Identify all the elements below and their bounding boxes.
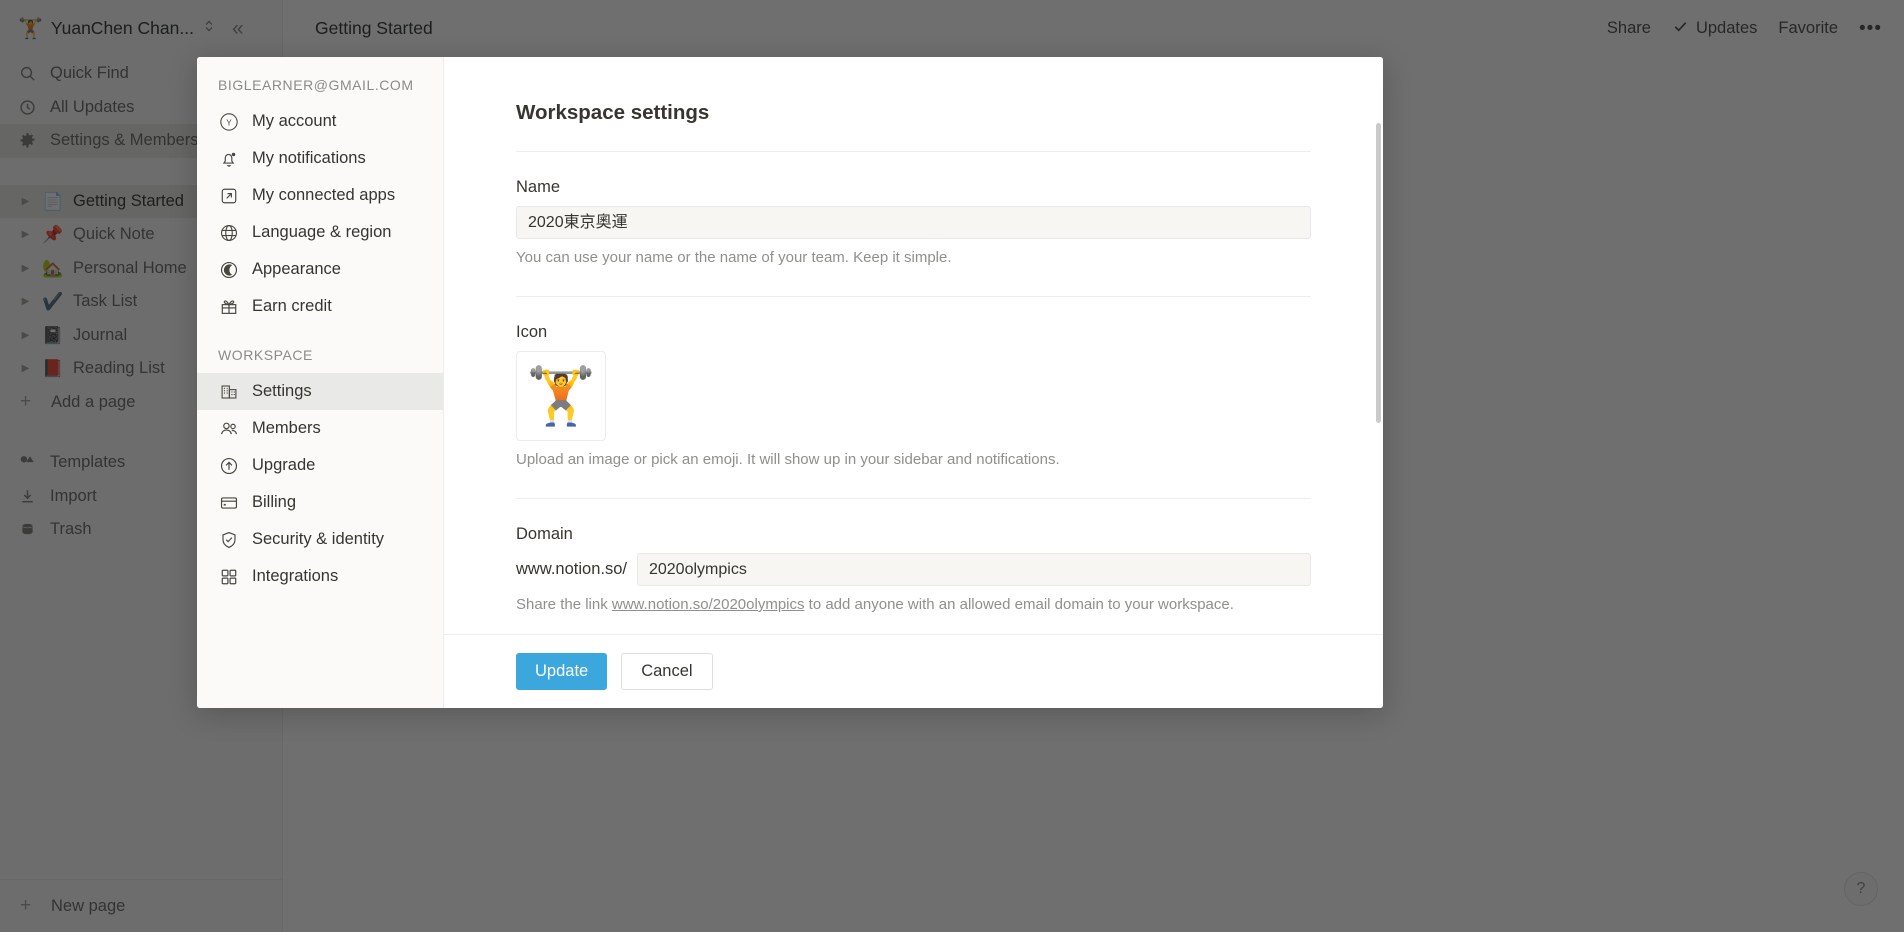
menu-item-billing[interactable]: Billing [197, 484, 443, 521]
domain-hint-after: to add anyone with an allowed email doma… [804, 596, 1234, 613]
shield-check-icon [218, 529, 239, 550]
menu-item-integrations[interactable]: Integrations [197, 558, 443, 595]
domain-hint: Share the link www.notion.so/2020olympic… [516, 596, 1311, 613]
divider [516, 498, 1311, 499]
icon-field-group: Icon 🏋️ Upload an image or pick an emoji… [516, 323, 1311, 468]
domain-hint-before: Share the link [516, 596, 612, 613]
domain-share-link[interactable]: www.notion.so/2020olympics [612, 596, 805, 613]
account-section-title: BIGLEARNER@GMAIL.COM [218, 77, 414, 93]
update-button[interactable]: Update [516, 653, 608, 690]
domain-prefix: www.notion.so/ [516, 560, 627, 578]
grid-icon [218, 566, 239, 587]
menu-item-label: My connected apps [252, 186, 396, 204]
external-link-icon [218, 185, 239, 206]
name-field-group: Name 2020東京奧運 You can use your name or t… [516, 178, 1311, 266]
svg-text:Y: Y [226, 118, 232, 127]
people-icon [218, 418, 239, 439]
menu-item-label: Integrations [252, 567, 339, 585]
workspace-name-input[interactable]: 2020東京奧運 [516, 206, 1311, 239]
menu-item-label: Upgrade [252, 456, 316, 474]
menu-item-security-identity[interactable]: Security & identity [197, 521, 443, 558]
settings-modal-menu: BIGLEARNER@GMAIL.COM Y My account My not… [197, 57, 444, 708]
settings-scroll-area: Workspace settings Name 2020東京奧運 You can… [444, 57, 1383, 634]
name-hint: You can use your name or the name of you… [516, 249, 952, 266]
settings-footer: Update Cancel [444, 634, 1383, 708]
workspace-section-title: WORKSPACE [218, 347, 313, 363]
workspace-icon-picker[interactable]: 🏋️ [516, 351, 606, 441]
menu-item-earn-credit[interactable]: Earn credit [197, 288, 443, 325]
menu-item-label: Appearance [252, 260, 341, 278]
menu-item-my-connected-apps[interactable]: My connected apps [197, 177, 443, 214]
settings-panel: Workspace settings Name 2020東京奧運 You can… [444, 57, 1383, 708]
settings-modal: BIGLEARNER@GMAIL.COM Y My account My not… [197, 57, 1383, 708]
notion-app-window: 🏋️ YuanChen Chan... « Quick Find [0, 0, 1904, 932]
menu-item-upgrade[interactable]: Upgrade [197, 447, 443, 484]
menu-item-label: Security & identity [252, 530, 385, 548]
menu-item-my-notifications[interactable]: My notifications [197, 140, 443, 177]
menu-item-my-account[interactable]: Y My account [197, 103, 443, 140]
bell-icon [218, 148, 239, 169]
avatar-y-icon: Y [218, 111, 239, 132]
icon-label: Icon [516, 323, 548, 341]
arrow-up-circle-icon [218, 455, 239, 476]
menu-item-label: My notifications [252, 149, 366, 167]
modal-scrollbar[interactable] [1376, 123, 1381, 423]
workspace-icon-emoji: 🏋️ [526, 364, 596, 427]
menu-item-label: Earn credit [252, 297, 332, 315]
domain-input[interactable]: 2020olympics [636, 553, 1311, 586]
divider [516, 151, 1311, 152]
globe-icon [218, 222, 239, 243]
menu-item-label: Members [252, 419, 321, 437]
domain-row: www.notion.so/ 2020olympics [516, 553, 1311, 586]
moon-icon [218, 259, 239, 280]
domain-field-group: Domain www.notion.so/ 2020olympics Share… [516, 525, 1311, 613]
name-label: Name [516, 178, 561, 196]
icon-hint: Upload an image or pick an emoji. It wil… [516, 451, 1060, 468]
cancel-button[interactable]: Cancel [621, 653, 713, 690]
domain-label: Domain [516, 525, 573, 543]
settings-title: Workspace settings [516, 101, 710, 124]
gift-icon [218, 296, 239, 317]
menu-item-label: Billing [252, 493, 297, 511]
menu-item-label: Language & region [252, 223, 392, 241]
menu-item-language-region[interactable]: Language & region [197, 214, 443, 251]
menu-item-label: Settings [252, 382, 312, 400]
menu-item-settings[interactable]: Settings [197, 373, 443, 410]
credit-card-icon [218, 492, 239, 513]
divider [516, 296, 1311, 297]
menu-item-members[interactable]: Members [197, 410, 443, 447]
menu-spacer [197, 325, 443, 347]
menu-item-appearance[interactable]: Appearance [197, 251, 443, 288]
building-icon [218, 381, 239, 402]
menu-item-label: My account [252, 112, 337, 130]
